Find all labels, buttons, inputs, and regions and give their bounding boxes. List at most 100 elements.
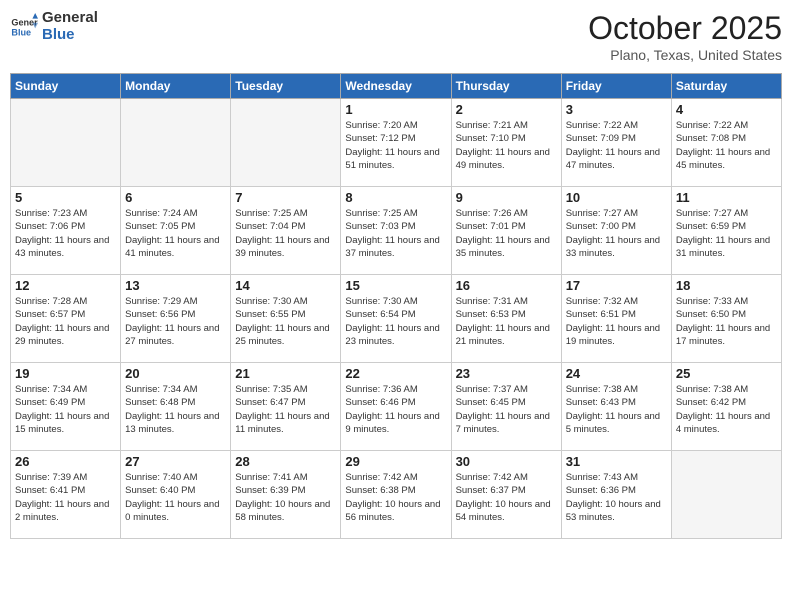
day-cell: 27 Sunrise: 7:40 AMSunset: 6:40 PMDayligh… [121,451,231,539]
day-info: Sunrise: 7:32 AMSunset: 6:51 PMDaylight:… [566,295,667,348]
day-number: 17 [566,278,667,293]
day-number: 3 [566,102,667,117]
day-number: 13 [125,278,226,293]
day-info: Sunrise: 7:34 AMSunset: 6:49 PMDaylight:… [15,383,116,436]
day-cell: 11 Sunrise: 7:27 AMSunset: 6:59 PMDayligh… [671,187,781,275]
calendar-body: 1Sunrise: 7:20 AMSunset: 7:12 PMDaylight… [11,99,782,539]
day-info: Sunrise: 7:28 AMSunset: 6:57 PMDaylight:… [15,295,116,348]
day-info: Sunrise: 7:24 AMSunset: 7:05 PMDaylight:… [125,207,226,260]
day-cell: 14 Sunrise: 7:30 AMSunset: 6:55 PMDayligh… [231,275,341,363]
day-cell: 9 Sunrise: 7:26 AMSunset: 7:01 PMDaylight… [451,187,561,275]
day-info: Sunrise: 7:38 AMSunset: 6:43 PMDaylight:… [566,383,667,436]
day-info: Sunrise: 7:40 AMSunset: 6:40 PMDaylight:… [125,471,226,524]
calendar-table: SundayMondayTuesdayWednesdayThursdayFrid… [10,73,782,539]
day-info: Sunrise: 7:25 AMSunset: 7:03 PMDaylight:… [345,207,446,260]
day-number: 28 [235,454,336,469]
day-info: Sunrise: 7:33 AMSunset: 6:50 PMDaylight:… [676,295,777,348]
weekday-friday: Friday [561,74,671,99]
day-info: Sunrise: 7:31 AMSunset: 6:53 PMDaylight:… [456,295,557,348]
day-number: 15 [345,278,446,293]
day-info: Sunrise: 7:42 AMSunset: 6:38 PMDaylight:… [345,471,446,524]
day-number: 1 [345,102,446,117]
page-header: General Blue General Blue October 2025 P… [10,10,782,63]
day-cell [231,99,341,187]
day-info: Sunrise: 7:38 AMSunset: 6:42 PMDaylight:… [676,383,777,436]
logo: General Blue General Blue [10,10,98,43]
day-info: Sunrise: 7:26 AMSunset: 7:01 PMDaylight:… [456,207,557,260]
day-cell: 8Sunrise: 7:25 AMSunset: 7:03 PMDaylight… [341,187,451,275]
day-cell: 20 Sunrise: 7:34 AMSunset: 6:48 PMDayligh… [121,363,231,451]
day-cell: 6 Sunrise: 7:24 AMSunset: 7:05 PMDaylight… [121,187,231,275]
day-cell: 5 Sunrise: 7:23 AMSunset: 7:06 PMDaylight… [11,187,121,275]
day-info: Sunrise: 7:41 AMSunset: 6:39 PMDaylight:… [235,471,336,524]
day-info: Sunrise: 7:25 AMSunset: 7:04 PMDaylight:… [235,207,336,260]
week-row-3: 12 Sunrise: 7:28 AMSunset: 6:57 PMDayligh… [11,275,782,363]
day-cell: 2 Sunrise: 7:21 AMSunset: 7:10 PMDaylight… [451,99,561,187]
day-number: 22 [345,366,446,381]
day-cell: 24 Sunrise: 7:38 AMSunset: 6:43 PMDayligh… [561,363,671,451]
day-number: 25 [676,366,777,381]
day-cell: 12 Sunrise: 7:28 AMSunset: 6:57 PMDayligh… [11,275,121,363]
weekday-monday: Monday [121,74,231,99]
month-title: October 2025 [588,10,782,47]
day-cell: 25 Sunrise: 7:38 AMSunset: 6:42 PMDayligh… [671,363,781,451]
day-number: 24 [566,366,667,381]
day-info: Sunrise: 7:43 AMSunset: 6:36 PMDaylight:… [566,471,667,524]
day-info: Sunrise: 7:34 AMSunset: 6:48 PMDaylight:… [125,383,226,436]
day-number: 10 [566,190,667,205]
weekday-sunday: Sunday [11,74,121,99]
day-cell: 15 Sunrise: 7:30 AMSunset: 6:54 PMDayligh… [341,275,451,363]
day-info: Sunrise: 7:35 AMSunset: 6:47 PMDaylight:… [235,383,336,436]
day-cell: 17 Sunrise: 7:32 AMSunset: 6:51 PMDayligh… [561,275,671,363]
weekday-saturday: Saturday [671,74,781,99]
day-number: 11 [676,190,777,205]
week-row-2: 5 Sunrise: 7:23 AMSunset: 7:06 PMDaylight… [11,187,782,275]
day-number: 21 [235,366,336,381]
day-info: Sunrise: 7:29 AMSunset: 6:56 PMDaylight:… [125,295,226,348]
title-block: October 2025 Plano, Texas, United States [588,10,782,63]
day-number: 4 [676,102,777,117]
day-cell: 13 Sunrise: 7:29 AMSunset: 6:56 PMDayligh… [121,275,231,363]
day-cell: 22 Sunrise: 7:36 AMSunset: 6:46 PMDayligh… [341,363,451,451]
day-cell: 26Sunrise: 7:39 AMSunset: 6:41 PMDayligh… [11,451,121,539]
day-number: 7 [235,190,336,205]
day-info: Sunrise: 7:37 AMSunset: 6:45 PMDaylight:… [456,383,557,436]
day-number: 2 [456,102,557,117]
day-info: Sunrise: 7:27 AMSunset: 6:59 PMDaylight:… [676,207,777,260]
weekday-thursday: Thursday [451,74,561,99]
day-number: 27 [125,454,226,469]
day-cell: 30 Sunrise: 7:42 AMSunset: 6:37 PMDayligh… [451,451,561,539]
weekday-wednesday: Wednesday [341,74,451,99]
day-info: Sunrise: 7:23 AMSunset: 7:06 PMDaylight:… [15,207,116,260]
day-info: Sunrise: 7:22 AMSunset: 7:08 PMDaylight:… [676,119,777,172]
day-number: 6 [125,190,226,205]
day-cell [121,99,231,187]
day-number: 14 [235,278,336,293]
day-number: 30 [456,454,557,469]
day-number: 9 [456,190,557,205]
location: Plano, Texas, United States [588,47,782,63]
day-info: Sunrise: 7:42 AMSunset: 6:37 PMDaylight:… [456,471,557,524]
day-number: 5 [15,190,116,205]
day-cell: 19 Sunrise: 7:34 AMSunset: 6:49 PMDayligh… [11,363,121,451]
svg-text:Blue: Blue [11,27,31,37]
day-info: Sunrise: 7:21 AMSunset: 7:10 PMDaylight:… [456,119,557,172]
day-cell: 16Sunrise: 7:31 AMSunset: 6:53 PMDayligh… [451,275,561,363]
week-row-5: 26Sunrise: 7:39 AMSunset: 6:41 PMDayligh… [11,451,782,539]
day-number: 19 [15,366,116,381]
svg-text:General: General [11,17,38,27]
day-info: Sunrise: 7:30 AMSunset: 6:55 PMDaylight:… [235,295,336,348]
day-cell: 28 Sunrise: 7:41 AMSunset: 6:39 PMDayligh… [231,451,341,539]
day-number: 23 [456,366,557,381]
weekday-tuesday: Tuesday [231,74,341,99]
day-number: 20 [125,366,226,381]
day-info: Sunrise: 7:30 AMSunset: 6:54 PMDaylight:… [345,295,446,348]
day-info: Sunrise: 7:36 AMSunset: 6:46 PMDaylight:… [345,383,446,436]
day-cell: 18Sunrise: 7:33 AMSunset: 6:50 PMDayligh… [671,275,781,363]
day-cell: 7 Sunrise: 7:25 AMSunset: 7:04 PMDaylight… [231,187,341,275]
day-cell [11,99,121,187]
day-number: 31 [566,454,667,469]
week-row-4: 19 Sunrise: 7:34 AMSunset: 6:49 PMDayligh… [11,363,782,451]
day-info: Sunrise: 7:22 AMSunset: 7:09 PMDaylight:… [566,119,667,172]
day-number: 12 [15,278,116,293]
